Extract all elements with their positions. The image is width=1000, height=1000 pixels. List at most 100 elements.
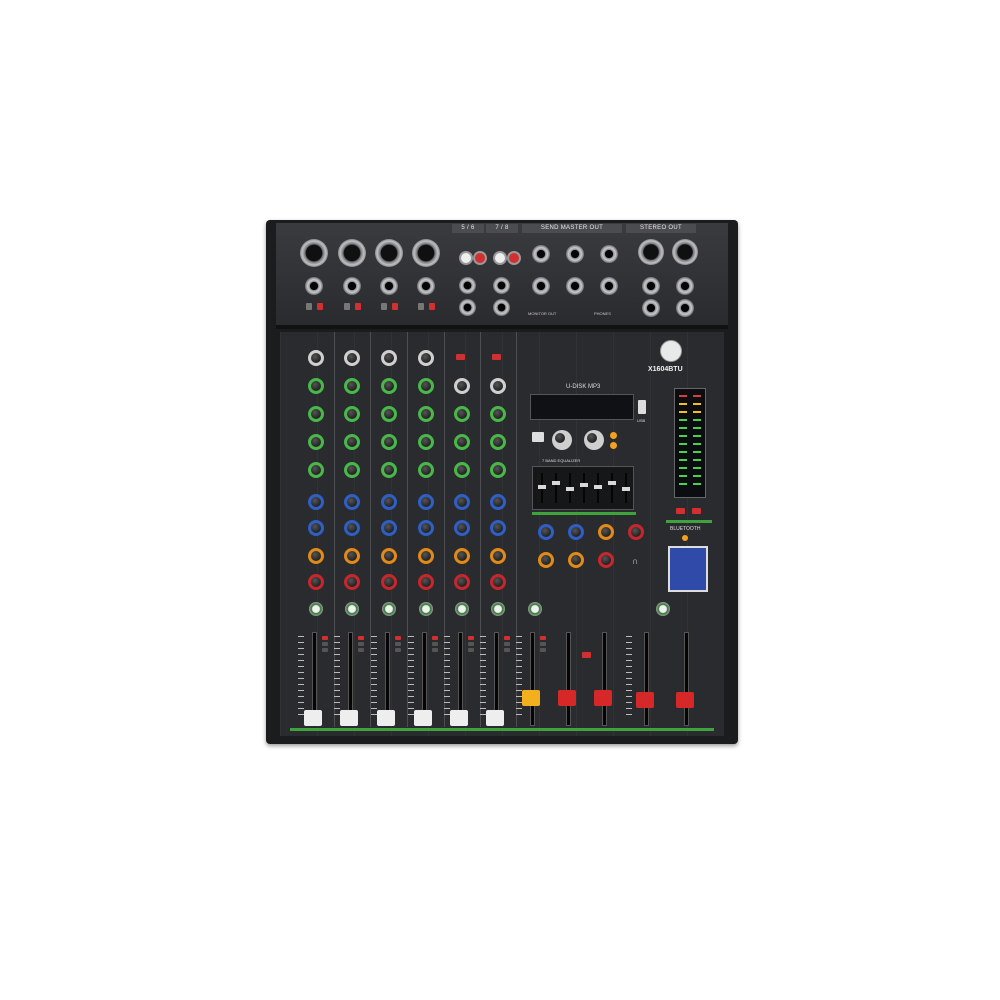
mic-2-xlr-input[interactable] <box>338 239 366 267</box>
ch56-select-button[interactable] <box>455 602 469 616</box>
phones-jack[interactable] <box>600 277 618 295</box>
ch2-high-eq-knob[interactable] <box>344 406 360 422</box>
ch2-fader[interactable] <box>340 710 358 726</box>
mic-4-switch-b[interactable] <box>429 303 435 310</box>
ch78-eff-knob[interactable] <box>490 520 506 536</box>
fx-send-jack[interactable] <box>600 245 618 263</box>
line-6-jack[interactable] <box>459 299 476 316</box>
ch3-fader[interactable] <box>377 710 395 726</box>
fx-to-mon-knob[interactable] <box>568 552 584 568</box>
ch3-aux-knob[interactable] <box>381 378 397 394</box>
ch3-gain-knob[interactable] <box>381 350 397 366</box>
line-5-jack[interactable] <box>459 277 476 294</box>
ch4-select-button[interactable] <box>419 602 433 616</box>
mic-2-switch-b[interactable] <box>355 303 361 310</box>
eq-band-1-slider[interactable] <box>538 485 546 489</box>
mic-2-line-jack[interactable] <box>343 277 361 295</box>
usb-port[interactable] <box>638 400 646 414</box>
fx-select-button[interactable] <box>528 602 542 616</box>
ch4-mon-knob[interactable] <box>418 494 434 510</box>
ch56-mid-eq-knob[interactable] <box>454 434 470 450</box>
ch56-mode-button[interactable] <box>456 354 465 360</box>
eq-band-5-slider[interactable] <box>594 485 602 489</box>
aux-master-fader[interactable] <box>558 690 576 706</box>
ch78-fx-knob[interactable] <box>490 548 506 564</box>
mon-mute-button[interactable] <box>582 652 591 658</box>
aux-master-knob[interactable] <box>538 524 554 540</box>
master-left-fader[interactable] <box>636 692 654 708</box>
mic-1-xlr-input[interactable] <box>300 239 328 267</box>
ch2-mid-eq-knob[interactable] <box>344 434 360 450</box>
ch1-eff-knob[interactable] <box>308 520 324 536</box>
monitor-level-knob[interactable] <box>598 552 614 568</box>
insert-right-jack[interactable] <box>676 299 694 317</box>
ch78-low-eq-knob[interactable] <box>490 462 506 478</box>
ch2-low-eq-knob[interactable] <box>344 462 360 478</box>
ch4-aux-knob[interactable] <box>418 378 434 394</box>
stereo-out-left-xlr[interactable] <box>638 239 664 265</box>
monitor-out-left-jack[interactable] <box>532 277 550 295</box>
rca-56-left[interactable] <box>459 251 473 265</box>
phones-level-knob[interactable] <box>628 524 644 540</box>
mic-1-switch-a[interactable] <box>306 303 312 310</box>
ch1-pan-knob[interactable] <box>308 574 324 590</box>
ch4-eff-knob[interactable] <box>418 520 434 536</box>
ch4-high-eq-knob[interactable] <box>418 406 434 422</box>
ch78-fader[interactable] <box>486 710 504 726</box>
monitor-out-right-jack[interactable] <box>566 277 584 295</box>
ch56-fader[interactable] <box>450 710 468 726</box>
ch1-select-button[interactable] <box>309 602 323 616</box>
ch56-pan-knob[interactable] <box>454 574 470 590</box>
ch2-aux-knob[interactable] <box>344 378 360 394</box>
ch56-low-eq-knob[interactable] <box>454 462 470 478</box>
rca-56-right[interactable] <box>473 251 487 265</box>
stereo-out-right-jack[interactable] <box>676 277 694 295</box>
ch1-high-eq-knob[interactable] <box>308 406 324 422</box>
ch1-gain-knob[interactable] <box>308 350 324 366</box>
ch78-pan-knob[interactable] <box>490 574 506 590</box>
mic-4-xlr-input[interactable] <box>412 239 440 267</box>
ch4-fx-knob[interactable] <box>418 548 434 564</box>
mic-3-switch-a[interactable] <box>381 303 387 310</box>
fx-to-aux-knob[interactable] <box>538 552 554 568</box>
rca-78-right[interactable] <box>507 251 521 265</box>
mic-3-switch-b[interactable] <box>392 303 398 310</box>
line-8-jack[interactable] <box>493 299 510 316</box>
ch78-gain-knob[interactable] <box>490 378 506 394</box>
ch4-gain-knob[interactable] <box>418 350 434 366</box>
aux-send-jack[interactable] <box>532 245 550 263</box>
fx-master-knob[interactable] <box>598 524 614 540</box>
echo-repeat-knob[interactable] <box>584 430 604 450</box>
mic-3-xlr-input[interactable] <box>375 239 403 267</box>
ch78-high-eq-knob[interactable] <box>490 406 506 422</box>
ch3-mon-knob[interactable] <box>381 494 397 510</box>
ch56-eff-knob[interactable] <box>454 520 470 536</box>
ch3-high-eq-knob[interactable] <box>381 406 397 422</box>
eq-band-7-slider[interactable] <box>622 487 630 491</box>
rca-78-left[interactable] <box>493 251 507 265</box>
eff-master-knob[interactable] <box>568 524 584 540</box>
eq-band-4-slider[interactable] <box>580 483 588 487</box>
mic-1-line-jack[interactable] <box>305 277 323 295</box>
ch3-pan-knob[interactable] <box>381 574 397 590</box>
mic-3-line-jack[interactable] <box>380 277 398 295</box>
ch2-select-button[interactable] <box>345 602 359 616</box>
master-select-button[interactable] <box>656 602 670 616</box>
ch78-select-button[interactable] <box>491 602 505 616</box>
ch2-mon-knob[interactable] <box>344 494 360 510</box>
ch2-gain-knob[interactable] <box>344 350 360 366</box>
ch3-fx-knob[interactable] <box>381 548 397 564</box>
master-right-fader[interactable] <box>676 692 694 708</box>
ch2-pan-knob[interactable] <box>344 574 360 590</box>
ch78-mode-button[interactable] <box>492 354 501 360</box>
ch3-low-eq-knob[interactable] <box>381 462 397 478</box>
ch4-mid-eq-knob[interactable] <box>418 434 434 450</box>
ch2-fx-knob[interactable] <box>344 548 360 564</box>
ch1-low-eq-knob[interactable] <box>308 462 324 478</box>
mic-4-switch-a[interactable] <box>418 303 424 310</box>
ch78-mon-knob[interactable] <box>490 494 506 510</box>
fx-return-fader[interactable] <box>522 690 540 706</box>
eq-band-6-slider[interactable] <box>608 481 616 485</box>
phantom-power-button[interactable] <box>676 508 685 514</box>
ch2-eff-knob[interactable] <box>344 520 360 536</box>
